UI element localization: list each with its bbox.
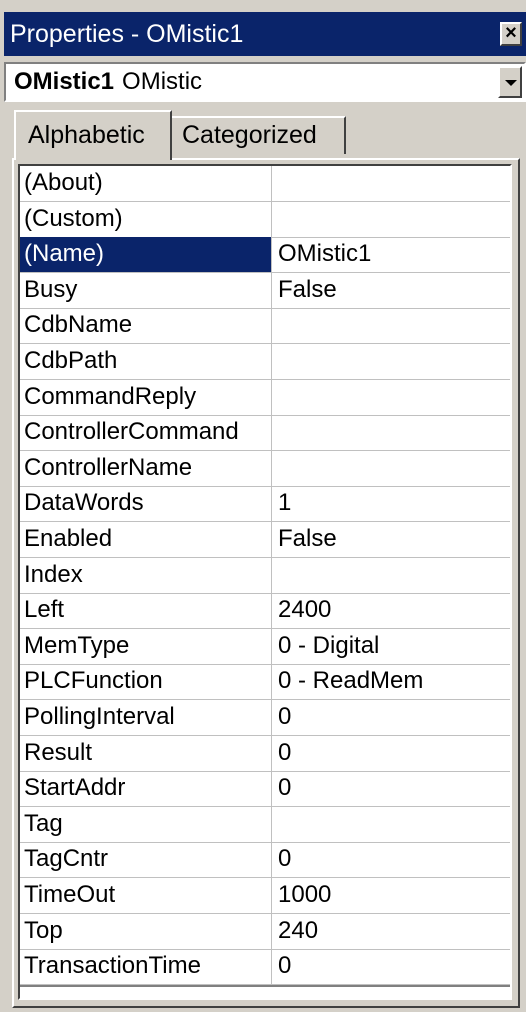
property-row[interactable]: ControllerCommand bbox=[20, 415, 510, 451]
property-name[interactable]: Busy bbox=[20, 273, 272, 308]
property-value[interactable] bbox=[278, 166, 508, 201]
property-row[interactable]: TimeOut 1000 bbox=[20, 878, 510, 914]
property-name[interactable]: Top bbox=[20, 914, 272, 949]
close-button[interactable]: × bbox=[500, 22, 522, 46]
property-row[interactable]: (Custom) bbox=[20, 202, 510, 238]
grid-bottom-divider bbox=[20, 985, 510, 987]
chevron-down-icon bbox=[505, 80, 517, 86]
property-name[interactable]: StartAddr bbox=[20, 771, 272, 806]
property-name[interactable]: ControllerName bbox=[20, 451, 272, 486]
property-name[interactable]: MemType bbox=[20, 629, 272, 664]
property-value[interactable]: 0 bbox=[278, 736, 508, 771]
property-row[interactable]: DataWords 1 bbox=[20, 486, 510, 522]
property-grid: (About) (Custom) (Name) OMistic1 Busy False Cd… bbox=[18, 164, 512, 1000]
property-row[interactable]: CdbPath bbox=[20, 344, 510, 380]
property-row[interactable]: MemType 0 - Digital bbox=[20, 629, 510, 665]
property-row[interactable]: Left 2400 bbox=[20, 593, 510, 629]
title-bar[interactable]: Properties - OMistic1 × bbox=[4, 12, 526, 56]
window-top-edge bbox=[0, 0, 526, 12]
property-name[interactable]: Result bbox=[20, 736, 272, 771]
object-selector[interactable]: OMistic1 OMistic bbox=[4, 62, 526, 102]
property-row[interactable]: (Name) OMistic1 bbox=[20, 237, 510, 273]
property-name[interactable]: (Name) bbox=[20, 237, 272, 272]
property-row[interactable]: Top 240 bbox=[20, 914, 510, 950]
property-value[interactable]: 0 - Digital bbox=[278, 629, 508, 664]
property-name[interactable]: CdbPath bbox=[20, 344, 272, 379]
property-value[interactable]: 240 bbox=[278, 914, 508, 949]
property-name[interactable]: TransactionTime bbox=[20, 949, 272, 984]
property-name[interactable]: Index bbox=[20, 558, 272, 593]
property-row[interactable]: PollingInterval 0 bbox=[20, 700, 510, 736]
object-selector-value: OMistic1 OMistic bbox=[14, 67, 202, 97]
property-row[interactable]: Enabled False bbox=[20, 522, 510, 558]
property-name[interactable]: (Custom) bbox=[20, 202, 272, 237]
property-name[interactable]: Left bbox=[20, 593, 272, 628]
property-name[interactable]: DataWords bbox=[20, 486, 272, 521]
property-row[interactable]: Busy False bbox=[20, 273, 510, 309]
object-selector-dropdown-button[interactable] bbox=[498, 66, 522, 98]
property-row[interactable]: CommandReply bbox=[20, 380, 510, 416]
property-value[interactable]: 0 bbox=[278, 700, 508, 735]
property-row[interactable]: TransactionTime 0 bbox=[20, 949, 510, 985]
property-row[interactable]: Tag bbox=[20, 807, 510, 843]
property-name[interactable]: Tag bbox=[20, 807, 272, 842]
property-value[interactable] bbox=[278, 380, 508, 415]
property-row[interactable]: StartAddr 0 bbox=[20, 771, 510, 807]
property-name[interactable]: (About) bbox=[20, 166, 272, 201]
property-row[interactable]: PLCFunction 0 - ReadMem bbox=[20, 664, 510, 700]
property-name[interactable]: Enabled bbox=[20, 522, 272, 557]
property-row[interactable]: Result 0 bbox=[20, 736, 510, 772]
property-value[interactable]: OMistic1 bbox=[278, 237, 508, 272]
property-row[interactable]: TagCntr 0 bbox=[20, 842, 510, 878]
property-name[interactable]: TimeOut bbox=[20, 878, 272, 913]
property-row[interactable]: (About) bbox=[20, 166, 510, 202]
property-name[interactable]: TagCntr bbox=[20, 842, 272, 877]
property-name[interactable]: PollingInterval bbox=[20, 700, 272, 735]
object-type: OMistic bbox=[122, 68, 203, 95]
object-name: OMistic1 bbox=[14, 68, 115, 95]
property-value[interactable]: 2400 bbox=[278, 593, 508, 628]
properties-window: Properties - OMistic1 × OMistic1 OMistic … bbox=[0, 0, 526, 1012]
property-row[interactable]: ControllerName bbox=[20, 451, 510, 487]
property-name[interactable]: CdbName bbox=[20, 308, 272, 343]
property-value[interactable]: 1000 bbox=[278, 878, 508, 913]
tab-alphabetic[interactable]: Alphabetic bbox=[14, 110, 172, 160]
property-name[interactable]: ControllerCommand bbox=[20, 415, 272, 450]
property-value[interactable]: 0 - ReadMem bbox=[278, 664, 508, 699]
property-row[interactable]: Index bbox=[20, 558, 510, 594]
property-value[interactable] bbox=[278, 202, 508, 237]
property-row[interactable]: CdbName bbox=[20, 308, 510, 344]
property-value[interactable] bbox=[278, 344, 508, 379]
property-value[interactable] bbox=[278, 558, 508, 593]
property-value[interactable]: 0 bbox=[278, 771, 508, 806]
property-value[interactable] bbox=[278, 451, 508, 486]
property-name[interactable]: PLCFunction bbox=[20, 664, 272, 699]
property-value[interactable]: False bbox=[278, 522, 508, 557]
window-title: Properties - OMistic1 bbox=[10, 20, 244, 48]
property-value[interactable] bbox=[278, 807, 508, 842]
tab-categorized[interactable]: Categorized bbox=[172, 116, 346, 154]
property-value[interactable]: 1 bbox=[278, 486, 508, 521]
property-value[interactable]: 0 bbox=[278, 842, 508, 877]
property-value[interactable] bbox=[278, 415, 508, 450]
property-value[interactable]: 0 bbox=[278, 949, 508, 984]
property-value[interactable] bbox=[278, 308, 508, 343]
property-name[interactable]: CommandReply bbox=[20, 380, 272, 415]
property-value[interactable]: False bbox=[278, 273, 508, 308]
